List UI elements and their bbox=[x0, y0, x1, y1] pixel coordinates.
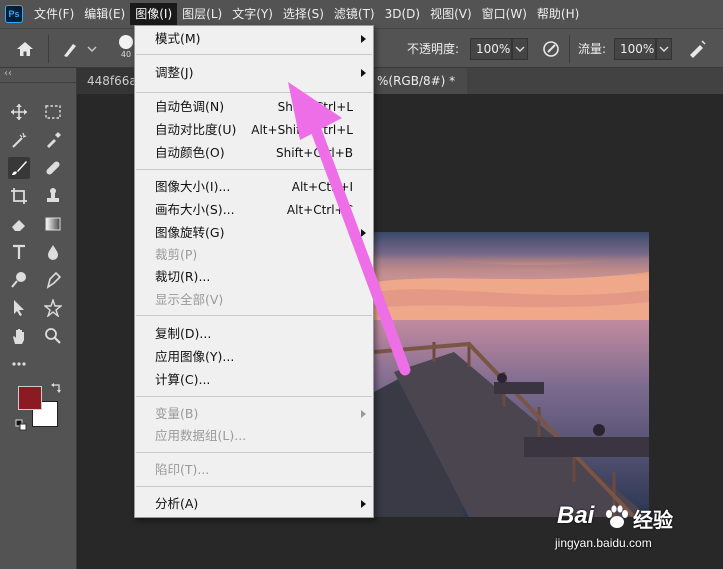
path-select-icon[interactable] bbox=[8, 297, 30, 319]
dodge-icon[interactable] bbox=[8, 269, 30, 291]
menu-item-apply-image-label: 应用图像(Y)... bbox=[155, 349, 235, 364]
menu-item-auto-color-label: 自动颜色(O) bbox=[155, 145, 225, 160]
paw-icon bbox=[603, 504, 631, 530]
menu-image[interactable]: 图像(I) bbox=[130, 3, 178, 25]
menu-filter[interactable]: 滤镜(T) bbox=[329, 3, 380, 25]
airbrush-icon[interactable] bbox=[686, 38, 708, 60]
menu-type[interactable]: 文字(Y) bbox=[227, 3, 278, 25]
menu-help[interactable]: 帮助(H) bbox=[532, 3, 584, 25]
menu-item-mode-label: 模式(M) bbox=[155, 31, 201, 46]
eyedropper-icon[interactable] bbox=[42, 129, 64, 151]
brush-size-value: 40 bbox=[120, 50, 132, 59]
menu-layer[interactable]: 图层(L) bbox=[177, 3, 227, 25]
move-icon[interactable] bbox=[8, 101, 30, 123]
menu-item-apply-data-set: 应用数据组(L)... bbox=[135, 425, 373, 447]
menu-item-image-size-label: 图像大小(I)... bbox=[155, 179, 231, 194]
photoshop-logo: Ps bbox=[5, 5, 23, 23]
flow-dropdown-icon[interactable] bbox=[656, 38, 672, 60]
menu-item-trap-label: 陷印(T)... bbox=[155, 462, 210, 477]
menu-3d[interactable]: 3D(D) bbox=[380, 3, 425, 25]
menu-item-trim-label: 裁切(R)... bbox=[155, 269, 211, 284]
flow-field[interactable]: 100% bbox=[614, 38, 656, 60]
menu-item-analysis-label: 分析(A) bbox=[155, 496, 199, 511]
menu-item-reveal-all-label: 显示全部(V) bbox=[155, 292, 224, 307]
watermark-url: jingyan.baidu.com bbox=[555, 536, 652, 550]
zoom-icon[interactable] bbox=[42, 325, 64, 347]
menu-view[interactable]: 视图(V) bbox=[425, 3, 477, 25]
flow-label: 流量: bbox=[578, 42, 607, 56]
menu-file[interactable]: 文件(F) bbox=[29, 3, 79, 25]
submenu-arrow-icon bbox=[361, 500, 366, 508]
menu-item-analysis[interactable]: 分析(A) bbox=[135, 493, 373, 515]
menu-item-adjustments-label: 调整(J) bbox=[155, 65, 194, 80]
hand-icon[interactable] bbox=[8, 325, 30, 347]
pen-icon[interactable] bbox=[42, 269, 64, 291]
marquee-icon[interactable] bbox=[42, 101, 64, 123]
menu-item-crop-label: 裁剪(P) bbox=[155, 247, 198, 262]
menu-item-auto-contrast-label: 自动对比度(U) bbox=[155, 122, 237, 137]
brush-icon[interactable] bbox=[8, 157, 30, 179]
menu-item-duplicate-label: 复制(D)... bbox=[155, 326, 212, 341]
menu-item-apply-data-set-label: 应用数据组(L)... bbox=[155, 428, 247, 443]
menu-item-mode[interactable]: 模式(M) bbox=[135, 28, 373, 50]
crop-icon[interactable] bbox=[8, 185, 30, 207]
blur-icon[interactable] bbox=[42, 241, 64, 263]
opacity-dropdown-icon[interactable] bbox=[512, 38, 528, 60]
magic-wand-icon[interactable] bbox=[8, 129, 30, 151]
home-icon[interactable] bbox=[14, 39, 36, 59]
document-tab-first-title: 448f66a bbox=[87, 74, 137, 88]
healing-icon[interactable] bbox=[42, 157, 64, 179]
menu-item-variables: 变量(B) bbox=[135, 403, 373, 425]
eraser-icon[interactable] bbox=[8, 213, 30, 235]
pressure-opacity-icon[interactable] bbox=[540, 38, 562, 60]
menu-item-calculations-label: 计算(C)... bbox=[155, 372, 211, 387]
swap-colors-icon[interactable] bbox=[50, 382, 62, 394]
menu-item-image-rotation-label: 图像旋转(G) bbox=[155, 225, 225, 240]
more-tools-icon[interactable] bbox=[8, 353, 30, 375]
submenu-arrow-icon bbox=[361, 35, 366, 43]
menu-bar: Ps 文件(F) 编辑(E) 图像(I) 图层(L) 文字(Y) 选择(S) 滤… bbox=[0, 0, 723, 28]
menu-select[interactable]: 选择(S) bbox=[278, 3, 329, 25]
annotation-arrow bbox=[288, 82, 411, 376]
watermark-brand-right: 经验 bbox=[633, 510, 673, 532]
menu-item-trap: 陷印(T)... bbox=[135, 459, 373, 481]
menu-edit[interactable]: 编辑(E) bbox=[79, 3, 130, 25]
baidu-watermark: Bai 经验 jingyan.baidu.com bbox=[555, 502, 715, 562]
panel-collapse-icon[interactable]: ‹‹ bbox=[4, 68, 12, 79]
gradient-icon[interactable] bbox=[42, 213, 64, 235]
menu-item-variables-label: 变量(B) bbox=[155, 406, 199, 421]
tools-panel: ‹‹ bbox=[0, 68, 77, 569]
stamp-icon[interactable] bbox=[42, 185, 64, 207]
menu-item-canvas-size-label: 画布大小(S)... bbox=[155, 202, 235, 217]
watermark-brand-left: Bai bbox=[557, 502, 595, 529]
opacity-field[interactable]: 100% bbox=[470, 38, 512, 60]
menu-window[interactable]: 窗口(W) bbox=[477, 3, 532, 25]
brush-size-preview[interactable]: 40 bbox=[118, 33, 134, 63]
text-icon[interactable] bbox=[8, 241, 30, 263]
submenu-arrow-icon bbox=[361, 410, 366, 418]
brush-preset-icon[interactable] bbox=[58, 38, 98, 60]
menu-item-auto-tone-label: 自动色调(N) bbox=[155, 99, 225, 114]
shape-icon[interactable] bbox=[42, 297, 64, 319]
document-tab-first[interactable]: 448f66a bbox=[77, 68, 137, 94]
foreground-color-swatch[interactable] bbox=[18, 386, 42, 410]
default-colors-icon[interactable] bbox=[15, 419, 27, 431]
opacity-label: 不透明度: bbox=[407, 42, 460, 56]
